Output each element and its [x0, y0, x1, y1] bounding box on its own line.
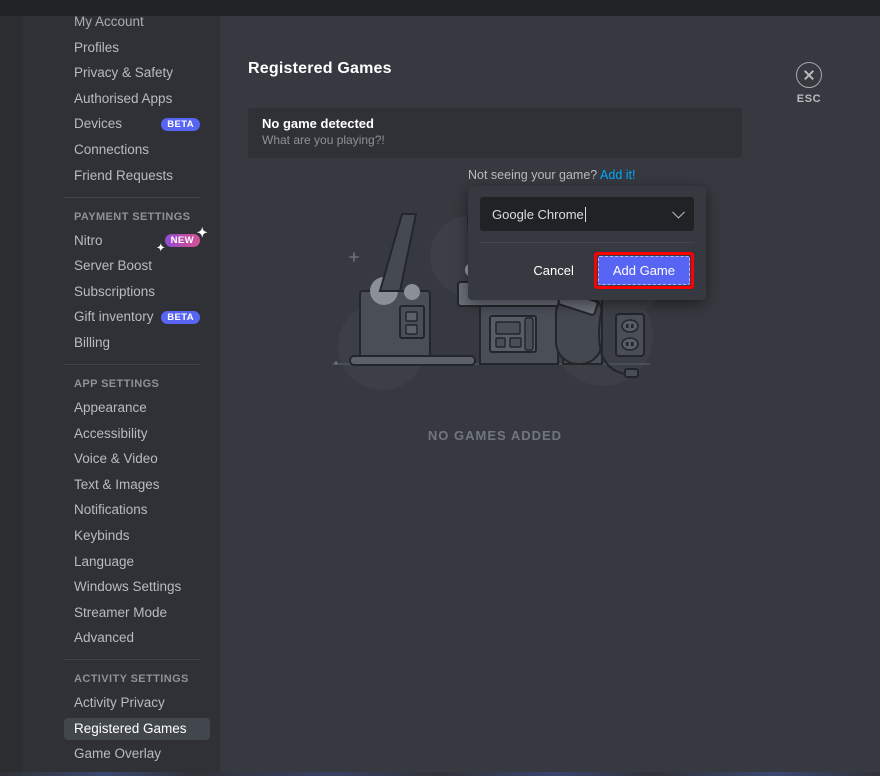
sidebar-item-label: Game Overlay	[74, 746, 162, 762]
sidebar-item-label: Subscriptions	[74, 283, 156, 299]
sidebar-item-accessibility[interactable]: Accessibility	[64, 423, 210, 445]
text-cursor	[584, 206, 586, 222]
sidebar-item-label: Friend Requests	[74, 167, 174, 183]
add-it-link[interactable]: Add it!	[600, 168, 635, 182]
sidebar-item-friend-requests[interactable]: Friend Requests	[64, 165, 210, 187]
sidebar-item-keybinds[interactable]: Keybinds	[64, 525, 210, 547]
sidebar-item-label: My Account	[74, 16, 144, 29]
sidebar-item-server-boost[interactable]: Server Boost	[64, 255, 210, 277]
add-game-button[interactable]: Add Game	[597, 256, 690, 285]
sidebar-item-my-account[interactable]: My Account	[64, 16, 210, 33]
sidebar-item-voice-video[interactable]: Voice & Video	[64, 448, 210, 470]
sidebar-item-label: Profiles	[74, 39, 120, 55]
nav-divider	[64, 659, 200, 661]
sidebar-item-label: Advanced	[74, 630, 135, 646]
sparkle-icon: ✦	[156, 243, 166, 255]
sidebar-item-label: Text & Images	[74, 476, 160, 492]
sidebar-item-game-overlay[interactable]: Game Overlay	[64, 743, 210, 765]
sidebar-item-label: Nitro	[74, 232, 103, 248]
sidebar-item-appearance[interactable]: Appearance	[64, 397, 210, 419]
game-select-input[interactable]: Google Chrome	[480, 197, 694, 231]
sidebar-item-registered-games[interactable]: Registered Games	[64, 717, 210, 740]
sidebar-item-label: Language	[74, 553, 135, 569]
add-game-highlight-box: Add Game	[593, 252, 694, 289]
sidebar-item-label: Privacy & Safety	[74, 65, 174, 81]
nav-group-header: APP SETTINGS	[74, 377, 160, 390]
sidebar-item-label: Windows Settings	[74, 579, 182, 595]
sidebar-item-label: Keybinds	[74, 527, 130, 543]
taskbar-strip	[0, 772, 880, 776]
add-game-popover: Google Chrome Cancel Add Game	[468, 186, 706, 300]
sidebar-item-label: Streamer Mode	[74, 604, 168, 620]
new-badge: NEW ✦ ✦	[156, 225, 208, 255]
sidebar-item-label: Notifications	[74, 502, 148, 518]
close-settings-button[interactable]: ESC	[788, 62, 830, 105]
sidebar-item-gift-inventory[interactable]: Gift inventory BETA	[64, 306, 210, 328]
sidebar-item-label: Connections	[74, 141, 150, 157]
nav-group-header: ACTIVITY SETTINGS	[74, 673, 189, 686]
server-rail	[0, 16, 22, 776]
page-title: Registered Games	[248, 60, 392, 77]
sidebar-item-label: Billing	[74, 334, 111, 350]
empty-state-caption: NO GAMES ADDED	[427, 428, 563, 443]
sidebar-item-label: Gift inventory	[74, 309, 154, 325]
sidebar-item-authorised-apps[interactable]: Authorised Apps	[64, 88, 210, 110]
nav-divider	[64, 363, 200, 365]
esc-label: ESC	[796, 93, 822, 105]
settings-content-pane: Registered Games ESC No game detected Wh…	[220, 16, 880, 776]
sidebar-item-billing[interactable]: Billing	[64, 332, 210, 354]
window-title-bar	[0, 0, 880, 16]
sidebar-item-label: Voice & Video	[74, 451, 158, 467]
detected-game-panel: No game detected What are you playing?!	[248, 108, 742, 158]
sidebar-item-label: Appearance	[74, 399, 147, 415]
sidebar-item-label: Devices	[74, 116, 123, 132]
chevron-down-icon	[672, 205, 685, 219]
sidebar-item-profiles[interactable]: Profiles	[64, 37, 210, 59]
sidebar-item-devices[interactable]: Devices BETA	[64, 113, 210, 135]
close-x-icon	[796, 62, 822, 88]
sidebar-item-streamer-mode[interactable]: Streamer Mode	[64, 602, 210, 624]
discord-user-settings-window: My Account Profiles Privacy & Safety Author…	[0, 0, 880, 776]
beta-badge: BETA	[161, 310, 200, 324]
sidebar-item-label: Server Boost	[74, 258, 153, 274]
sidebar-item-label: Activity Privacy	[74, 695, 165, 711]
sidebar-item-nitro[interactable]: Nitro NEW ✦ ✦	[64, 225, 210, 255]
cancel-button[interactable]: Cancel	[519, 258, 587, 283]
sparkle-icon: ✦	[196, 225, 208, 241]
sidebar-item-connections[interactable]: Connections	[64, 139, 210, 161]
sidebar-item-language[interactable]: Language	[64, 551, 210, 573]
beta-badge: BETA	[161, 117, 200, 131]
sidebar-item-notifications[interactable]: Notifications	[64, 499, 210, 521]
sidebar-item-label: Accessibility	[74, 425, 148, 441]
nav-group-header: PAYMENT SETTINGS	[74, 210, 191, 223]
settings-sidebar[interactable]: My Account Profiles Privacy & Safety Author…	[22, 16, 220, 772]
sidebar-item-activity-privacy[interactable]: Activity Privacy	[64, 692, 210, 714]
settings-nav-list: My Account Profiles Privacy & Safety Author…	[22, 16, 220, 772]
sidebar-item-text-images[interactable]: Text & Images	[64, 474, 210, 496]
not-seeing-game-row: Not seeing your game? Add it!	[468, 168, 635, 182]
sidebar-item-label: Authorised Apps	[74, 90, 173, 106]
sidebar-item-windows-settings[interactable]: Windows Settings	[64, 576, 210, 598]
add-game-popover-body: Google Chrome	[468, 186, 706, 243]
nav-divider	[64, 196, 200, 198]
sidebar-item-label: Registered Games	[74, 720, 187, 736]
detected-game-title: No game detected	[262, 116, 374, 131]
sidebar-item-subscriptions[interactable]: Subscriptions	[64, 281, 210, 303]
game-select-value: Google Chrome	[492, 206, 584, 222]
detected-game-subtitle: What are you playing?!	[262, 133, 385, 147]
not-seeing-game-text: Not seeing your game?	[468, 168, 598, 182]
add-game-popover-actions: Cancel Add Game	[468, 243, 706, 300]
sidebar-item-advanced[interactable]: Advanced	[64, 627, 210, 649]
sidebar-item-privacy-safety[interactable]: Privacy & Safety	[64, 62, 210, 84]
